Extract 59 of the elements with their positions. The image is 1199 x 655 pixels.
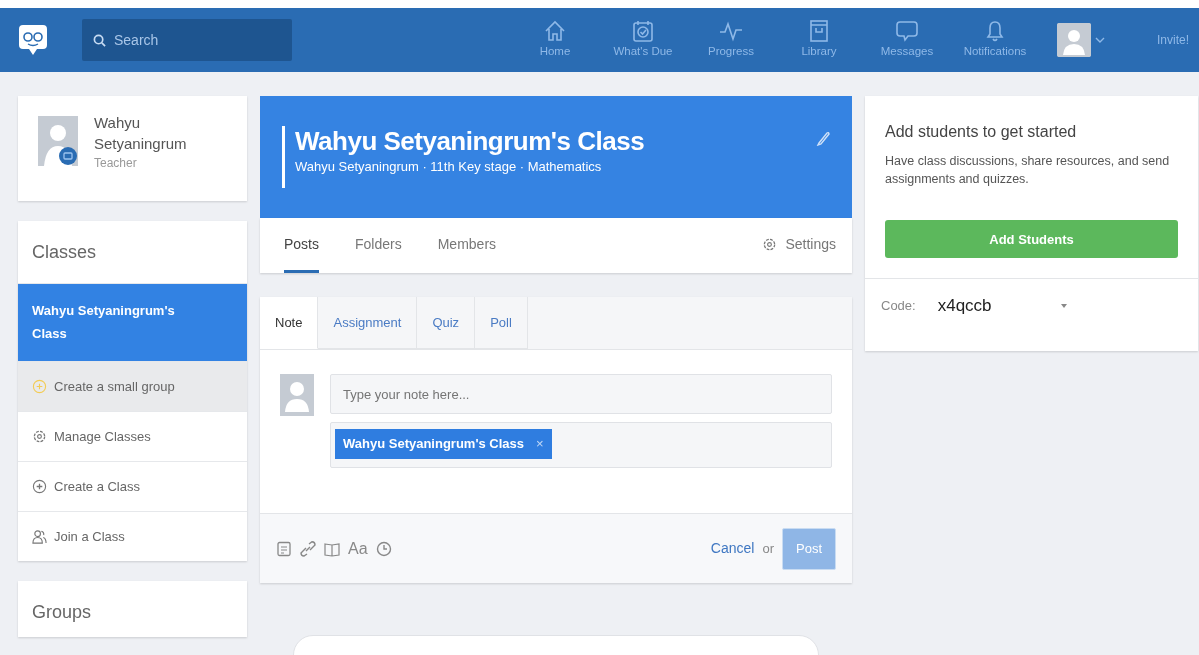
class-title: Wahyu Setyaningrum's Class — [295, 126, 646, 158]
tab[interactable]: Note — [260, 297, 319, 349]
gear-icon — [32, 429, 47, 444]
sidebar-item[interactable]: Manage Classes — [18, 411, 247, 461]
sidebar-item[interactable]: Create a Class — [18, 461, 247, 511]
format-button[interactable]: Aa — [348, 536, 368, 561]
tab[interactable]: Posts — [284, 218, 319, 273]
class-code: x4qccb — [937, 295, 993, 318]
calendar-icon — [631, 19, 655, 44]
search-icon — [93, 34, 106, 47]
card-title: Add students to get started — [885, 122, 1078, 142]
avatar-icon[interactable] — [38, 116, 78, 166]
speech-bubble-icon — [895, 19, 919, 44]
class-details: Wahyu Setyaningrum · 11th Key stage · Mathematics — [295, 158, 603, 177]
add-students-button[interactable]: Add Students — [885, 220, 1178, 259]
sidebar-item[interactable]: Wahyu Setyaningrum's Class — [18, 283, 247, 361]
nav-item[interactable]: Library — [775, 19, 863, 61]
nav-item[interactable]: Notifications — [951, 19, 1039, 61]
people-icon — [32, 529, 47, 544]
book-icon — [807, 19, 831, 44]
clock-icon[interactable] — [375, 540, 392, 557]
search-field[interactable]: Search — [82, 19, 292, 61]
pencil-icon[interactable] — [816, 130, 830, 146]
recipient-tag: Wahyu Setyaningrum's Class × — [335, 429, 552, 459]
cancel-link[interactable]: Cancel — [710, 538, 755, 559]
code-label: Code: — [881, 297, 916, 316]
link-icon[interactable] — [300, 540, 316, 557]
tab[interactable]: Poll — [475, 297, 528, 349]
sidebar-item[interactable]: Join a Class — [18, 511, 247, 561]
avatar-icon — [280, 374, 314, 416]
card-text: Have class discussions, share resources, and send assignments and quizzes. — [885, 153, 1171, 189]
sidebar-item[interactable]: Create a small group — [18, 361, 247, 411]
section-title: Classes — [31, 241, 98, 264]
nav-item[interactable]: Home — [511, 19, 599, 61]
book-icon[interactable] — [324, 540, 340, 557]
recipient-field[interactable]: Wahyu Setyaningrum's Class × — [330, 422, 832, 468]
settings-link[interactable]: Settings — [762, 234, 836, 273]
nav-item[interactable]: Messages — [863, 19, 951, 61]
section-title: Groups — [31, 601, 93, 624]
remove-icon[interactable]: × — [536, 434, 544, 454]
plus-icon — [32, 479, 47, 494]
document-icon[interactable] — [276, 540, 292, 557]
or-text: or — [762, 539, 774, 558]
tab[interactable]: Members — [437, 218, 497, 273]
note-input[interactable]: Type your note here... — [330, 374, 832, 414]
nav-item[interactable]: Progress — [687, 19, 775, 61]
user-name: Wahyu Setyaningrum — [94, 113, 188, 154]
invite-link[interactable]: Invite! — [1157, 31, 1189, 49]
caret-icon[interactable] — [1059, 303, 1068, 309]
user-role: Teacher — [94, 155, 138, 172]
home-icon — [543, 19, 567, 44]
chevron-icon[interactable] — [1095, 36, 1105, 44]
nav-item[interactable]: What's Due — [599, 19, 687, 61]
plus-icon — [32, 379, 47, 394]
gear-icon — [762, 237, 778, 252]
tab[interactable]: Quiz — [417, 297, 476, 349]
logo-icon[interactable] — [18, 23, 48, 57]
tab[interactable]: Folders — [355, 218, 402, 273]
tab[interactable]: Assignment — [318, 297, 418, 349]
